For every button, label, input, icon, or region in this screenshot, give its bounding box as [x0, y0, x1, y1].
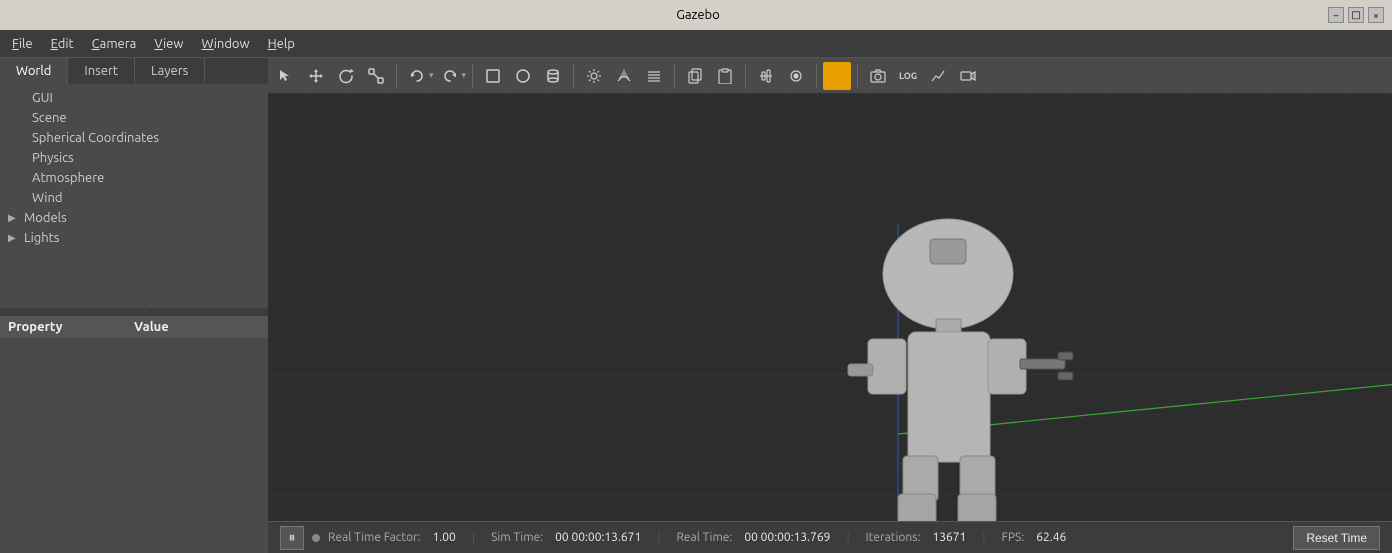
- select-tool-button[interactable]: [272, 62, 300, 90]
- snap-button[interactable]: [782, 62, 810, 90]
- sidebar: World Insert Layers GUI Scene Spherical …: [0, 58, 268, 553]
- tab-world[interactable]: World: [0, 58, 68, 84]
- log-button[interactable]: LOG: [894, 62, 922, 90]
- status-sep-2: |: [657, 531, 660, 544]
- viewport-area: ▾ ▾: [268, 58, 1392, 553]
- tree-item-wind[interactable]: Wind: [0, 188, 268, 208]
- title-bar: Gazebo – □ ×: [0, 0, 1392, 30]
- property-column-header: Property: [8, 320, 134, 334]
- directional-light-button[interactable]: [640, 62, 668, 90]
- main-content: World Insert Layers GUI Scene Spherical …: [0, 58, 1392, 553]
- active-object-button[interactable]: [823, 62, 851, 90]
- property-header: Property Value: [0, 316, 268, 338]
- iterations-label: Iterations:: [866, 531, 921, 544]
- real-time-factor-value: 1.00: [433, 531, 456, 544]
- toolbar-sep-4: [674, 64, 675, 88]
- status-indicator: [312, 534, 320, 542]
- toolbar-sep-3: [573, 64, 574, 88]
- toolbar-sep-6: [816, 64, 817, 88]
- copy-button[interactable]: [681, 62, 709, 90]
- scale-tool-button[interactable]: [362, 62, 390, 90]
- sim-time-label: Sim Time:: [491, 531, 543, 544]
- tree-item-lights[interactable]: ▶ Lights: [0, 228, 268, 248]
- menu-window[interactable]: Window: [193, 35, 257, 53]
- rotate-tool-button[interactable]: [332, 62, 360, 90]
- tree-arrow-lights: ▶: [8, 232, 20, 244]
- iterations-value: 13671: [932, 531, 966, 544]
- video-button[interactable]: [954, 62, 982, 90]
- tree-item-models[interactable]: ▶ Models: [0, 208, 268, 228]
- tree-label-gui: GUI: [32, 91, 53, 105]
- tree-item-scene[interactable]: Scene: [0, 108, 268, 128]
- window-title: Gazebo: [68, 8, 1328, 22]
- tree-label-lights: Lights: [24, 231, 59, 245]
- screenshot-button[interactable]: [864, 62, 892, 90]
- menu-camera[interactable]: Camera: [84, 35, 145, 53]
- menu-help[interactable]: Help: [260, 35, 303, 53]
- redo-dropdown[interactable]: ▾: [462, 70, 467, 81]
- tree-label-wind: Wind: [32, 191, 62, 205]
- grid-svg: [268, 94, 1392, 521]
- menu-view[interactable]: View: [146, 35, 191, 53]
- tree-label-physics: Physics: [32, 151, 74, 165]
- real-time-factor-label: Real Time Factor:: [328, 531, 421, 544]
- paste-button[interactable]: [711, 62, 739, 90]
- restore-button[interactable]: □: [1348, 7, 1364, 23]
- status-sep-3: |: [846, 531, 849, 544]
- undo-dropdown[interactable]: ▾: [429, 70, 434, 81]
- viewport-3d[interactable]: [268, 94, 1392, 521]
- point-light-button[interactable]: [580, 62, 608, 90]
- status-sep-4: |: [982, 531, 985, 544]
- menu-bar: File Edit Camera View Window Help: [0, 30, 1392, 58]
- menu-file[interactable]: File: [4, 35, 41, 53]
- toolbar-sep-7: [857, 64, 858, 88]
- tree-item-gui[interactable]: GUI: [0, 88, 268, 108]
- insert-box-button[interactable]: [479, 62, 507, 90]
- align-button[interactable]: [752, 62, 780, 90]
- sidebar-tabs: World Insert Layers: [0, 58, 268, 84]
- tree-label-models: Models: [24, 211, 67, 225]
- tab-layers[interactable]: Layers: [135, 58, 205, 84]
- redo-button[interactable]: [436, 62, 464, 90]
- tree-item-atmosphere[interactable]: Atmosphere: [0, 168, 268, 188]
- real-time-value: 00 00:00:13.769: [744, 531, 830, 544]
- fps-value: 62.46: [1036, 531, 1066, 544]
- reset-time-button[interactable]: Reset Time: [1293, 526, 1380, 550]
- tree-item-physics[interactable]: Physics: [0, 148, 268, 168]
- real-time-label: Real Time:: [676, 531, 732, 544]
- property-area: [0, 338, 268, 553]
- menu-edit[interactable]: Edit: [43, 35, 82, 53]
- tree-label-scene: Scene: [32, 111, 67, 125]
- minimize-button[interactable]: –: [1328, 7, 1344, 23]
- insert-cylinder-button[interactable]: [539, 62, 567, 90]
- sidebar-tree: GUI Scene Spherical Coordinates Physics …: [0, 84, 268, 308]
- sidebar-divider: · · · · · · · ·: [0, 308, 268, 316]
- status-sep-1: |: [472, 531, 475, 544]
- window-controls: – □ ×: [1328, 7, 1384, 23]
- tab-insert[interactable]: Insert: [68, 58, 135, 84]
- sim-time-value: 00 00:00:13.671: [555, 531, 641, 544]
- pause-button[interactable]: ⏸: [280, 526, 304, 550]
- tree-label-atmosphere: Atmosphere: [32, 171, 104, 185]
- toolbar-sep-1: [396, 64, 397, 88]
- tree-label-spherical: Spherical Coordinates: [32, 131, 159, 145]
- toolbar-sep-5: [745, 64, 746, 88]
- tree-item-spherical-coordinates[interactable]: Spherical Coordinates: [0, 128, 268, 148]
- tree-arrow-models: ▶: [8, 212, 20, 224]
- undo-button[interactable]: [403, 62, 431, 90]
- spot-light-button[interactable]: [610, 62, 638, 90]
- fps-label: FPS:: [1002, 531, 1025, 544]
- translate-tool-button[interactable]: [302, 62, 330, 90]
- plot-button[interactable]: [924, 62, 952, 90]
- toolbar: ▾ ▾: [268, 58, 1392, 94]
- insert-sphere-button[interactable]: [509, 62, 537, 90]
- value-column-header: Value: [134, 320, 260, 334]
- close-button[interactable]: ×: [1368, 7, 1384, 23]
- toolbar-sep-2: [472, 64, 473, 88]
- status-bar: ⏸ Real Time Factor: 1.00 | Sim Time: 00 …: [268, 521, 1392, 553]
